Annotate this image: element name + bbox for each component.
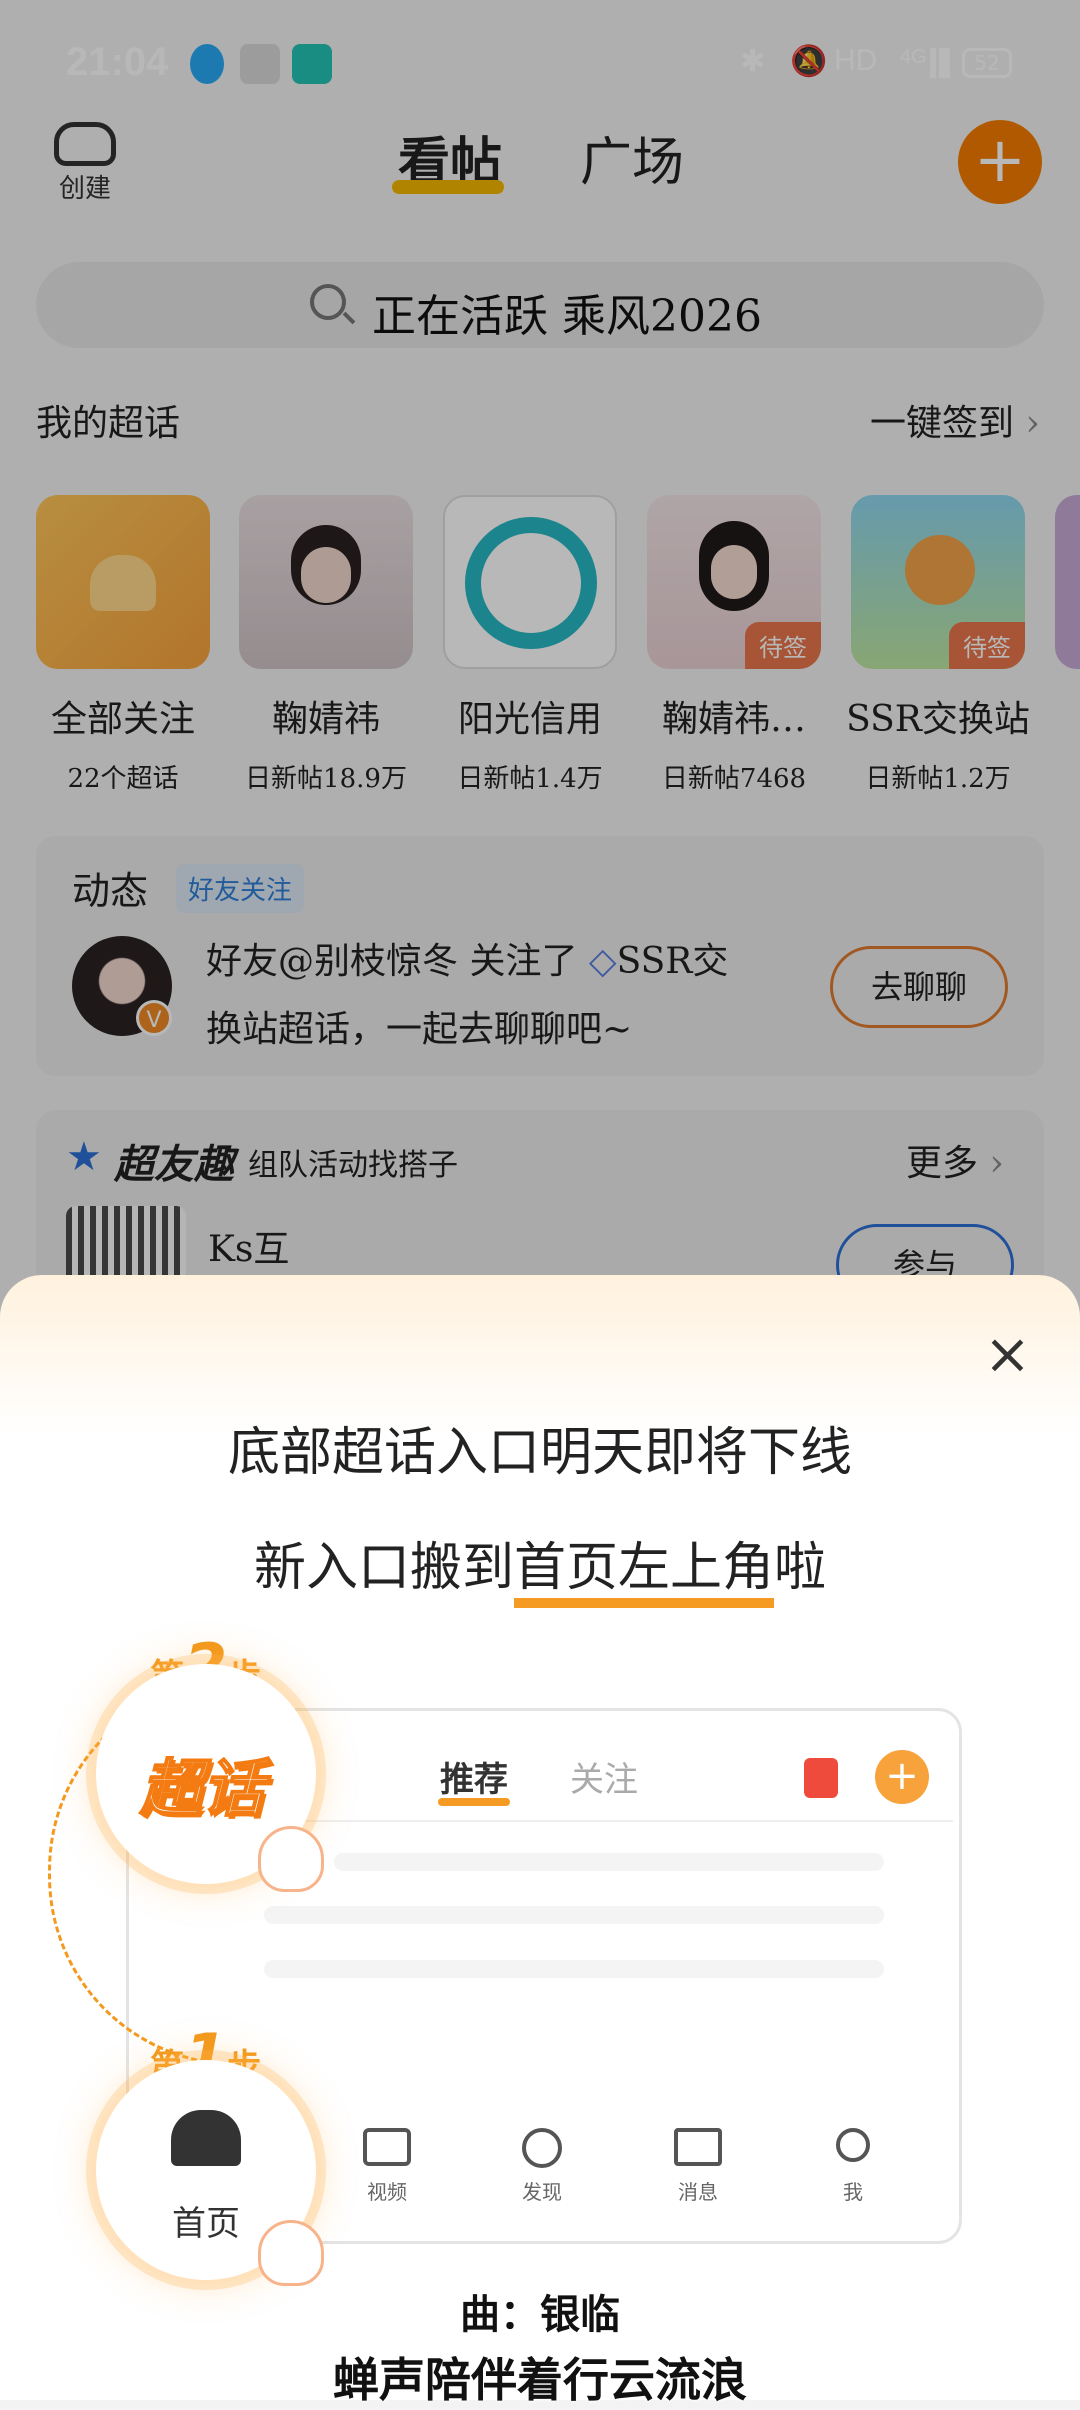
mock-tab-follow: 关注 bbox=[570, 1760, 638, 1800]
super-topic-entry-label: 超话 bbox=[139, 1751, 265, 1826]
mock-nav-discover: 发现 bbox=[522, 2180, 562, 2204]
red-packet-icon bbox=[804, 1758, 838, 1798]
home-icon bbox=[171, 2110, 241, 2166]
mock-placeholder-row bbox=[334, 1853, 884, 1871]
profile-icon bbox=[828, 2128, 878, 2162]
tap-hand-icon bbox=[258, 2220, 324, 2286]
mock-tab-recommend: 推荐 bbox=[440, 1760, 508, 1800]
mock-nav-me: 我 bbox=[843, 2180, 863, 2204]
mock-tab-underline bbox=[438, 1798, 510, 1806]
notice-suffix: 啦 bbox=[774, 1538, 827, 1598]
mock-placeholder-row bbox=[264, 1906, 884, 1924]
notice-highlight: 首页左上角 bbox=[513, 1538, 774, 1608]
video-icon bbox=[362, 2128, 412, 2166]
mock-placeholder-row bbox=[264, 1960, 884, 1978]
home-label: 首页 bbox=[172, 2204, 240, 2244]
message-icon bbox=[673, 2128, 723, 2166]
close-icon[interactable]: × bbox=[984, 1322, 1031, 1387]
lyric-line-1: 曲：银临 bbox=[460, 2291, 620, 2338]
mock-plus-icon: + bbox=[875, 1750, 929, 1804]
mock-nav-video: 视频 bbox=[367, 2180, 407, 2204]
tap-hand-icon bbox=[258, 1826, 324, 1892]
discover-icon bbox=[517, 2128, 567, 2168]
notice-line-2: 新入口搬到首页左上角啦 bbox=[0, 1525, 1080, 1608]
mock-nav-message: 消息 bbox=[678, 2180, 718, 2204]
notice-prefix: 新入口搬到 bbox=[253, 1538, 514, 1598]
notice-line-1: 底部超话入口明天即将下线 bbox=[227, 1423, 852, 1483]
lyric-line-2: 蝉声陪伴着行云流浪 bbox=[333, 2353, 747, 2407]
